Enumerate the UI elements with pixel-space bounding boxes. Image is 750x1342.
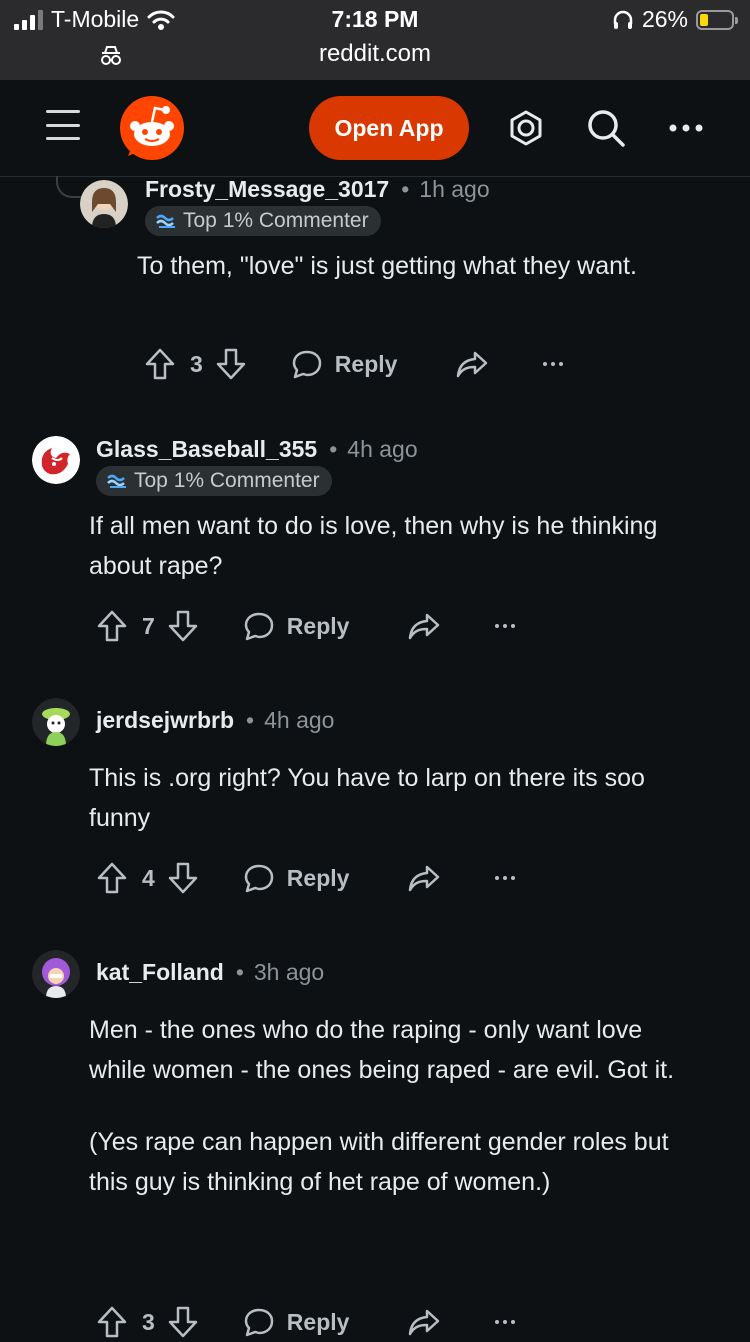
timestamp: 4h ago — [264, 706, 335, 733]
comment: jerdsejwrbrb • 4h ago This is .org right… — [0, 698, 750, 918]
status-bar: T-Mobile 7:18 PM reddit.com 26% — [0, 0, 750, 80]
more-options-icon[interactable] — [493, 1317, 517, 1327]
avatar[interactable] — [32, 698, 80, 746]
ai-answers-icon[interactable] — [506, 108, 546, 148]
timestamp: 3h ago — [253, 958, 325, 985]
upvote-icon[interactable] — [144, 347, 176, 381]
comment-actions: 3 Reply — [96, 1302, 517, 1342]
battery-icon — [696, 9, 738, 30]
username[interactable]: kat_Folland — [96, 959, 224, 986]
comment-body: This is .org right? You have to larp on … — [89, 764, 645, 832]
comment: Frosty_Message_3017 • 1h ago Top 1% Comm… — [0, 176, 750, 402]
share-icon[interactable] — [455, 349, 489, 379]
timestamp: 4h ago — [347, 435, 418, 462]
user-flair: Top 1% Commenter — [145, 206, 381, 236]
share-icon[interactable] — [407, 1307, 441, 1337]
downvote-icon[interactable] — [215, 347, 247, 381]
avatar[interactable] — [80, 180, 128, 228]
more-options-icon[interactable] — [493, 621, 517, 631]
battery-percent: 26% — [641, 6, 688, 32]
headphones-icon — [613, 10, 633, 29]
share-icon[interactable] — [407, 863, 441, 893]
reddit-logo[interactable] — [120, 96, 184, 160]
comment-body: To them, "love" is just getting what the… — [137, 252, 637, 280]
username[interactable]: Glass_Baseball_355 — [96, 436, 317, 463]
timestamp: 1h ago — [419, 175, 490, 202]
username[interactable]: Frosty_Message_3017 — [145, 176, 389, 203]
downvote-icon[interactable] — [167, 861, 199, 895]
comment: kat_Folland • 3h ago Men - the ones who … — [0, 950, 750, 1338]
username[interactable]: jerdsejwrbrb — [96, 707, 234, 734]
downvote-icon[interactable] — [167, 609, 199, 643]
more-options-icon[interactable] — [493, 873, 517, 883]
wave-icon — [156, 214, 175, 228]
vote-count: 7 — [142, 612, 155, 639]
avatar[interactable] — [32, 436, 80, 484]
flair-label: Top 1% Commenter — [183, 209, 369, 232]
comment-body: Men - the ones who do the raping - only … — [89, 1016, 675, 1196]
reply-button[interactable]: Reply — [291, 348, 397, 380]
upvote-icon[interactable] — [96, 609, 128, 643]
open-app-button[interactable]: Open App — [309, 96, 469, 160]
share-icon[interactable] — [407, 611, 441, 641]
avatar[interactable] — [32, 950, 80, 998]
more-icon[interactable] — [666, 108, 706, 148]
comment-actions: 7 Reply — [96, 606, 517, 646]
upvote-icon[interactable] — [96, 861, 128, 895]
menu-icon[interactable] — [46, 110, 80, 140]
url-bar[interactable]: reddit.com — [0, 40, 750, 68]
flair-label: Top 1% Commenter — [134, 469, 320, 492]
comment-body: If all men want to do is love, then why … — [89, 512, 658, 580]
user-flair: Top 1% Commenter — [96, 466, 332, 496]
wave-icon — [107, 474, 126, 488]
reply-icon — [244, 1308, 274, 1337]
reply-button[interactable]: Reply — [243, 1306, 349, 1338]
comment: Glass_Baseball_355 • 4h ago Top 1% Comme… — [0, 436, 750, 666]
vote-count: 4 — [142, 864, 155, 891]
comment-actions: 4 Reply — [96, 858, 517, 898]
reply-icon — [292, 350, 322, 379]
app-header: Open App — [0, 80, 750, 177]
more-options-icon[interactable] — [541, 359, 565, 369]
search-icon[interactable] — [586, 108, 626, 148]
reply-icon — [244, 612, 274, 641]
vote-count: 3 — [142, 1308, 155, 1335]
reply-button[interactable]: Reply — [243, 610, 349, 642]
comment-actions: 3 Reply — [144, 344, 565, 384]
reply-button[interactable]: Reply — [243, 862, 349, 894]
reply-icon — [244, 864, 274, 893]
vote-count: 3 — [190, 350, 203, 377]
